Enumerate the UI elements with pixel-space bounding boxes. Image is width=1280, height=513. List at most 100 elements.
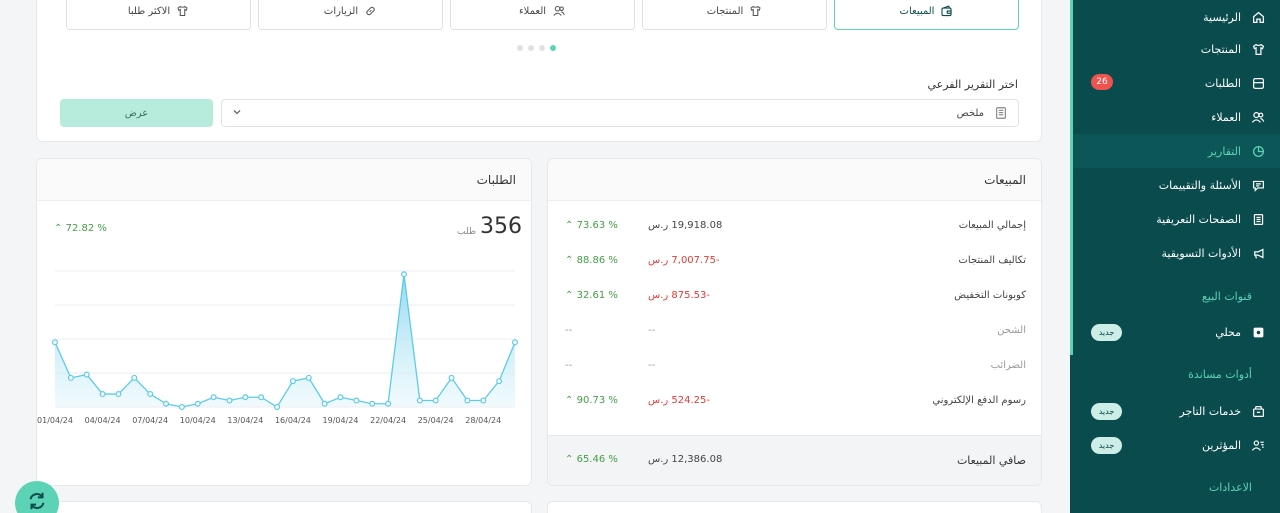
subreport-label: اختر التقرير الفرعي xyxy=(927,78,1018,91)
carousel-dot[interactable] xyxy=(517,45,523,51)
caret-up-icon: ⌃ xyxy=(54,223,63,234)
tab-visits[interactable]: الزيارات xyxy=(258,0,443,30)
data-point[interactable] xyxy=(369,400,376,407)
support-tools-heading: أدوات مساندة xyxy=(1188,368,1252,381)
sidebar-item-home[interactable]: الرئيسية xyxy=(1073,0,1280,34)
data-point[interactable] xyxy=(163,400,170,407)
data-point[interactable] xyxy=(67,374,74,381)
data-point[interactable] xyxy=(131,374,138,381)
row-percent: ⌃ 88.86 % xyxy=(565,255,618,266)
subreport-select[interactable]: ملخص xyxy=(221,99,1019,127)
carousel-dot-active[interactable] xyxy=(550,45,556,51)
row-value: -7,007.75 ر.س xyxy=(648,255,720,266)
new-badge: جديد xyxy=(1091,324,1122,341)
tab-customers[interactable]: العملاء xyxy=(450,0,635,30)
data-point[interactable] xyxy=(178,404,185,411)
shirt-icon xyxy=(176,5,189,17)
data-point[interactable] xyxy=(83,371,90,378)
data-point[interactable] xyxy=(432,397,439,404)
wallet-icon xyxy=(940,5,953,17)
pie-chart-icon xyxy=(1250,143,1266,159)
data-point[interactable] xyxy=(242,394,249,401)
data-point[interactable] xyxy=(52,339,59,346)
row-label: إجمالي المبيعات xyxy=(958,220,1026,231)
data-point[interactable] xyxy=(115,391,122,398)
sidebar-item-influencers[interactable]: المؤثرين جديد xyxy=(1073,428,1280,462)
chevron-down-icon xyxy=(232,107,242,120)
tab-products[interactable]: المنتجات xyxy=(642,0,827,30)
data-point[interactable] xyxy=(464,397,471,404)
sidebar-item-products[interactable]: المنتجات xyxy=(1073,32,1280,66)
x-tick-label: 10/04/24 xyxy=(180,416,216,425)
data-point[interactable] xyxy=(480,397,487,404)
sidebar-item-label: الطلبات xyxy=(1204,76,1241,90)
caret-up-icon: ⌃ xyxy=(565,290,574,301)
caret-up-icon: ⌃ xyxy=(565,454,574,465)
tab-most-ordered[interactable]: الاكثر طلبا xyxy=(66,0,251,30)
sidebar-item-merchant-services[interactable]: خدمات التاجر جديد xyxy=(1073,394,1280,428)
data-point[interactable] xyxy=(289,378,296,385)
caret-up-icon: ⌃ xyxy=(565,220,574,231)
data-point[interactable] xyxy=(194,400,201,407)
sidebar-item-label: الرئيسية xyxy=(1203,10,1241,24)
sidebar-item-label: محلي xyxy=(1215,325,1241,339)
sidebar-item-customers[interactable]: العملاء xyxy=(1073,100,1280,134)
orders-count: 356 xyxy=(480,214,522,239)
row-percent: ⌃ 73.63 % xyxy=(565,220,618,231)
data-point[interactable] xyxy=(448,374,455,381)
bottom-card-left xyxy=(36,501,532,513)
new-badge: جديد xyxy=(1091,437,1122,454)
row-label: الضرائب xyxy=(990,360,1026,371)
tab-label: الزيارات xyxy=(323,5,359,17)
sales-row: الشحن -- -- xyxy=(548,321,1041,341)
sales-row: رسوم الدفع الإلكتروني -524.25 ر.س ⌃ 90.7… xyxy=(548,391,1041,411)
percent-value: 90.73 % xyxy=(576,395,618,406)
data-point[interactable] xyxy=(258,394,265,401)
users-icon xyxy=(1250,109,1266,125)
sidebar-item-reports[interactable]: التقارير xyxy=(1073,134,1280,168)
data-point[interactable] xyxy=(147,391,154,398)
data-point[interactable] xyxy=(226,397,233,404)
document-icon xyxy=(994,106,1008,120)
tab-label: المبيعات xyxy=(899,5,935,17)
sidebar-item-label: التقارير xyxy=(1207,144,1241,158)
data-point[interactable] xyxy=(99,391,106,398)
carousel-dot[interactable] xyxy=(539,45,545,51)
tab-label: العملاء xyxy=(518,5,547,17)
sidebar-item-label: العملاء xyxy=(1211,110,1241,124)
sales-channels-heading: قنوات البيع xyxy=(1201,290,1252,303)
sales-card-title: المبيعات xyxy=(548,159,1041,201)
data-point[interactable] xyxy=(385,400,392,407)
caret-up-icon: ⌃ xyxy=(565,255,574,266)
data-point[interactable] xyxy=(321,400,328,407)
data-point[interactable] xyxy=(305,374,312,381)
data-point[interactable] xyxy=(416,397,423,404)
row-value: -- xyxy=(648,325,656,336)
data-point[interactable] xyxy=(353,397,360,404)
carousel-dot[interactable] xyxy=(528,45,534,51)
tab-label: الاكثر طلبا xyxy=(127,5,171,17)
sidebar-item-pages[interactable]: الصفحات التعريفية xyxy=(1073,202,1280,236)
sidebar-item-local[interactable]: محلي جديد xyxy=(1073,315,1280,349)
row-value: -875.53 ر.س xyxy=(648,290,711,301)
data-point[interactable] xyxy=(337,394,344,401)
data-point[interactable] xyxy=(274,404,281,411)
subreport-selected: ملخص xyxy=(956,107,984,119)
data-point[interactable] xyxy=(496,378,503,385)
data-point[interactable] xyxy=(400,271,407,278)
orders-chart: 01/04/24 04/04/24 07/04/24 10/04/24 13/04/24… xyxy=(37,270,519,425)
refresh-icon xyxy=(26,490,48,513)
link-icon xyxy=(364,5,377,17)
sidebar-item-orders[interactable]: الطلبات 26 xyxy=(1073,66,1280,100)
row-percent: ⌃ 32.61 % xyxy=(565,290,618,301)
show-button[interactable]: عرض xyxy=(60,99,213,127)
data-point[interactable] xyxy=(210,394,217,401)
sidebar-item-label: الأسئلة والتقييمات xyxy=(1158,178,1241,192)
sidebar-item-questions-reviews[interactable]: الأسئلة والتقييمات xyxy=(1073,168,1280,202)
sidebar-item-label: المؤثرين xyxy=(1201,438,1241,452)
tab-label: المنتجات xyxy=(706,5,744,17)
data-point[interactable] xyxy=(512,339,519,346)
net-sales-label: صافي المبيعات xyxy=(956,454,1026,467)
sidebar-item-marketing-tools[interactable]: الأدوات التسويقية xyxy=(1073,236,1280,270)
tab-sales[interactable]: المبيعات xyxy=(834,0,1019,30)
